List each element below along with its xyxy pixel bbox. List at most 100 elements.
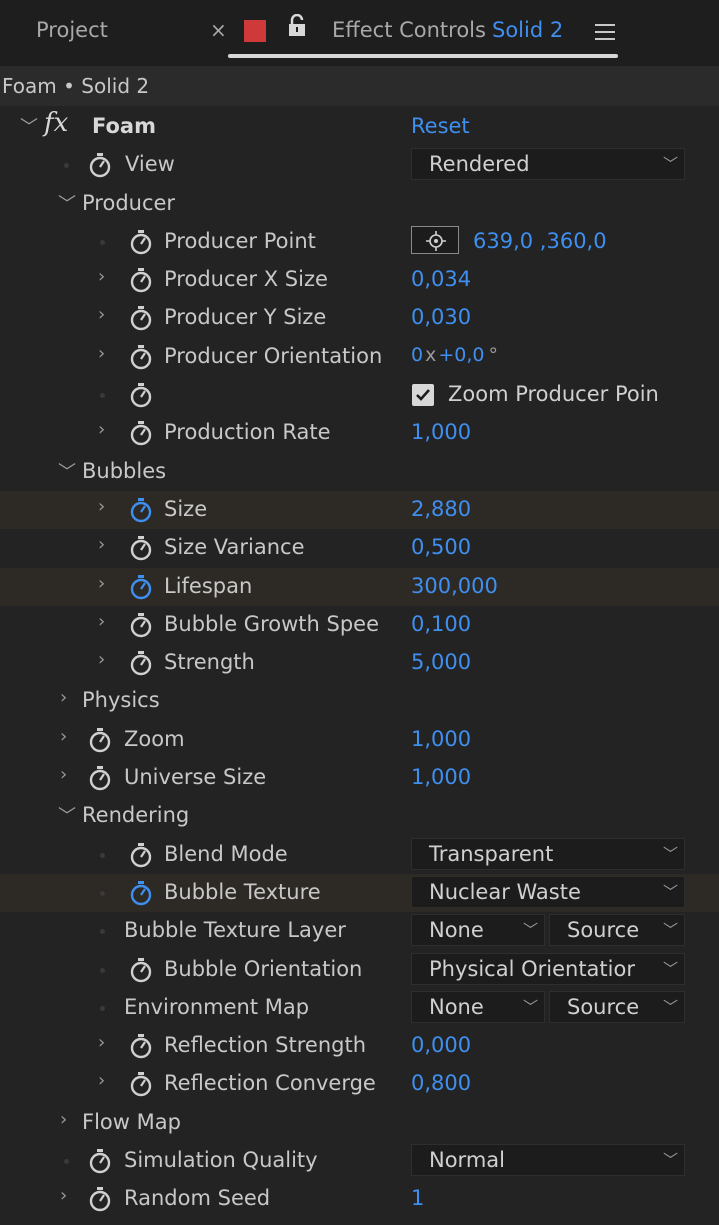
chevron-down-icon: ﹀ xyxy=(662,844,678,863)
crosshair-target-button[interactable] xyxy=(411,225,459,254)
chevron-right-icon[interactable]: › xyxy=(98,1070,105,1091)
property-row-bubble-orientation: Bubble Orientation Physical Orientatior ﹀ xyxy=(0,951,719,989)
property-list: ﹀ fx Foam Reset View Rendered ﹀ ﹀ Produce… xyxy=(0,108,719,1219)
stopwatch-icon[interactable] xyxy=(89,152,111,178)
stopwatch-active-icon[interactable] xyxy=(130,574,152,600)
chevron-down-icon[interactable]: ﹀ xyxy=(58,458,76,484)
producer-point-value[interactable]: 639,0 ,360,0 xyxy=(473,229,607,253)
property-value[interactable]: 2,880 xyxy=(411,497,471,521)
stopwatch-icon[interactable] xyxy=(130,229,152,255)
chevron-right-icon[interactable]: › xyxy=(60,1185,67,1206)
tab-close-icon[interactable]: × xyxy=(210,18,227,42)
property-value[interactable]: 1 xyxy=(411,1186,424,1210)
property-value[interactable]: 0,800 xyxy=(411,1071,471,1095)
stopwatch-icon[interactable] xyxy=(130,957,152,983)
property-row-size: › Size 2,880 xyxy=(0,490,719,530)
stopwatch-icon[interactable] xyxy=(89,727,111,753)
stopwatch-icon[interactable] xyxy=(89,1148,111,1174)
effect-name: Foam xyxy=(92,114,156,138)
chevron-right-icon[interactable]: › xyxy=(98,266,105,287)
property-value[interactable]: 1,000 xyxy=(411,765,471,789)
chevron-down-icon: ﹀ xyxy=(662,1151,678,1170)
property-row-reflection-strength: › Reflection Strength 0,000 xyxy=(0,1027,719,1065)
stopwatch-icon[interactable] xyxy=(89,1186,111,1212)
stopwatch-icon[interactable] xyxy=(130,382,152,408)
property-value[interactable]: 0,030 xyxy=(411,305,471,329)
property-value[interactable]: 300,000 xyxy=(411,574,498,598)
stopwatch-icon[interactable] xyxy=(130,535,152,561)
zoom-producer-point-checkbox[interactable] xyxy=(412,384,434,407)
chevron-right-icon[interactable]: › xyxy=(60,726,67,747)
stopwatch-active-icon[interactable] xyxy=(130,880,152,906)
view-dropdown[interactable]: Rendered ﹀ xyxy=(411,148,685,181)
stopwatch-icon[interactable] xyxy=(130,344,152,370)
property-label: Blend Mode xyxy=(164,841,288,866)
chevron-down-icon[interactable]: ﹀ xyxy=(58,802,76,828)
group-row-flow-map[interactable]: › Flow Map xyxy=(0,1104,719,1142)
stopwatch-icon[interactable] xyxy=(130,650,152,676)
chevron-right-icon[interactable]: › xyxy=(98,343,105,364)
texture-layer-source-dropdown[interactable]: Source ﹀ xyxy=(549,914,685,947)
environment-map-source-dropdown[interactable]: Source ﹀ xyxy=(549,990,685,1023)
stopwatch-icon[interactable] xyxy=(130,842,152,868)
chevron-down-icon[interactable]: ﹀ xyxy=(20,113,38,139)
label-color-swatch[interactable] xyxy=(244,20,266,42)
chevron-right-icon[interactable]: › xyxy=(98,611,105,632)
chevron-right-icon[interactable]: › xyxy=(98,496,105,517)
group-row-rendering[interactable]: ﹀ Rendering xyxy=(0,797,719,835)
property-row-production-rate: › Production Rate 1,000 xyxy=(0,414,719,452)
chevron-right-icon[interactable]: › xyxy=(98,573,105,594)
chevron-right-icon[interactable]: › xyxy=(98,534,105,555)
chevron-right-icon[interactable]: › xyxy=(60,764,67,785)
blend-mode-dropdown[interactable]: Transparent ﹀ xyxy=(411,837,685,870)
bullet xyxy=(100,967,105,973)
chevron-right-icon[interactable]: › xyxy=(98,1032,105,1053)
bubble-orientation-dropdown[interactable]: Physical Orientatior ﹀ xyxy=(411,952,685,985)
property-label: Bubble Texture xyxy=(164,879,321,904)
stopwatch-active-icon[interactable] xyxy=(130,497,152,523)
stopwatch-icon[interactable] xyxy=(130,612,152,638)
property-value[interactable]: 0,500 xyxy=(411,535,471,559)
fx-icon[interactable]: fx xyxy=(44,108,68,138)
chevron-right-icon[interactable]: › xyxy=(98,419,105,440)
lock-icon[interactable] xyxy=(287,14,307,38)
stopwatch-icon[interactable] xyxy=(89,765,111,791)
orientation-value[interactable]: 0 x +0,0 ° xyxy=(411,344,498,366)
group-row-producer[interactable]: ﹀ Producer xyxy=(0,185,719,223)
property-value[interactable]: 1,000 xyxy=(411,727,471,751)
property-row-zoom: › Zoom 1,000 xyxy=(0,721,719,759)
panel-menu-icon[interactable] xyxy=(595,24,615,40)
property-value[interactable]: 0,000 xyxy=(411,1033,471,1057)
chevron-down-icon[interactable]: ﹀ xyxy=(58,190,76,216)
environment-map-dropdown[interactable]: None ﹀ xyxy=(411,990,545,1023)
property-value[interactable]: 1,000 xyxy=(411,420,471,444)
property-label: Size xyxy=(164,496,208,521)
chevron-right-icon[interactable]: › xyxy=(60,1109,67,1130)
bullet xyxy=(100,1005,105,1011)
stopwatch-icon[interactable] xyxy=(130,267,152,293)
property-value[interactable]: 5,000 xyxy=(411,650,471,674)
property-row-blend-mode: Blend Mode Transparent ﹀ xyxy=(0,836,719,874)
reset-link[interactable]: Reset xyxy=(411,114,470,138)
property-value[interactable]: 0,034 xyxy=(411,267,471,291)
tab-project[interactable]: Project xyxy=(36,18,108,42)
property-value[interactable]: 0,100 xyxy=(411,612,471,636)
bubble-texture-dropdown[interactable]: Nuclear Waste ﹀ xyxy=(411,875,685,908)
tab-effect-controls[interactable]: Effect Controls xyxy=(332,18,486,42)
chevron-right-icon[interactable]: › xyxy=(98,649,105,670)
chevron-right-icon[interactable]: › xyxy=(98,304,105,325)
tab-layer-name[interactable]: Solid 2 xyxy=(492,18,563,42)
texture-layer-dropdown[interactable]: None ﹀ xyxy=(411,914,545,947)
stopwatch-icon[interactable] xyxy=(130,1071,152,1097)
chevron-right-icon[interactable]: › xyxy=(60,687,67,708)
simulation-quality-dropdown[interactable]: Normal ﹀ xyxy=(411,1144,685,1177)
stopwatch-icon[interactable] xyxy=(130,305,152,331)
property-label: Size Variance xyxy=(164,535,305,560)
property-label: Bubble Texture Layer xyxy=(124,918,346,943)
stopwatch-icon[interactable] xyxy=(130,1033,152,1059)
group-row-physics[interactable]: › Physics xyxy=(0,682,719,720)
group-row-bubbles[interactable]: ﹀ Bubbles xyxy=(0,453,719,491)
property-row-random-seed: › Random Seed 1 xyxy=(0,1180,719,1218)
stopwatch-icon[interactable] xyxy=(130,420,152,446)
bullet xyxy=(64,163,69,169)
